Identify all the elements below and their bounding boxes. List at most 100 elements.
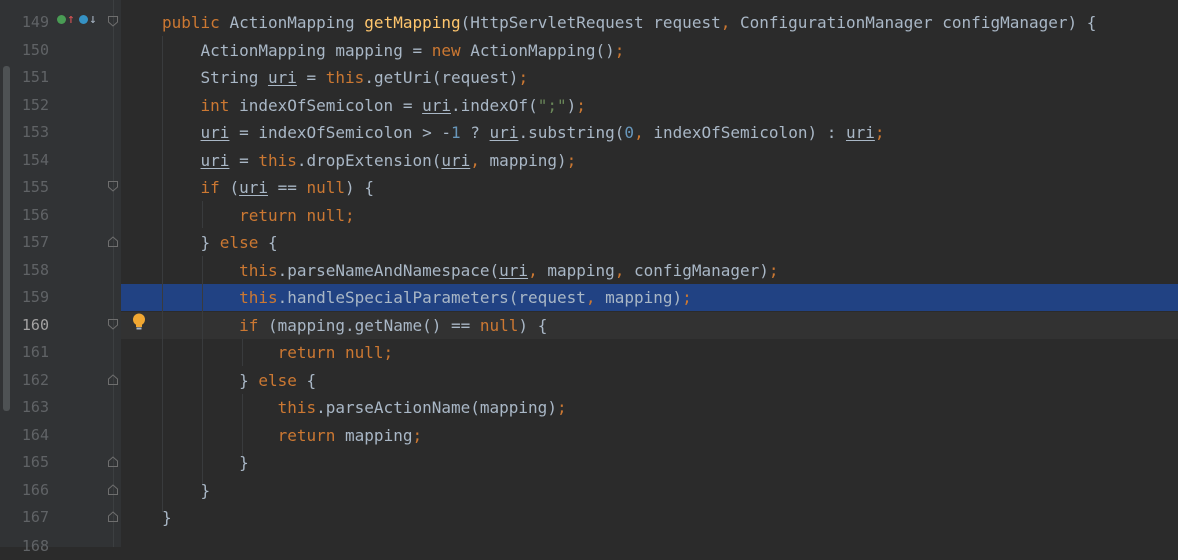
code-text[interactable]: uri = this.dropExtension(uri, mapping); [162,147,577,174]
fold-open-icon[interactable] [108,16,118,27]
code-text[interactable]: int indexOfSemicolon = uri.indexOf(";"); [162,92,586,119]
code-token: , [720,13,740,32]
code-text[interactable]: if (uri == null) { [162,174,374,201]
code-text[interactable]: return null; [162,202,355,229]
overrides-icon[interactable] [79,15,88,24]
code-text[interactable]: this.handleSpecialParameters(request, ma… [162,284,692,311]
code-token: (mapping.getName() == [267,316,480,335]
code-line-partial-top: 148 [0,0,1178,8]
code-text[interactable]: uri = indexOfSemicolon > -1 ? uri.substr… [162,119,885,146]
code-text[interactable]: ActionMapping mapping = new ActionMappin… [162,37,625,64]
fold-open-icon[interactable] [108,181,118,192]
fold-open-icon[interactable] [108,319,118,330]
code-token: uri [200,123,230,142]
code-text[interactable]: return null; [162,339,394,366]
code-line[interactable]: 160 if (mapping.getName() == null) { [0,312,1178,339]
line-number: 163 [21,398,49,416]
code-text[interactable]: } [162,449,249,476]
arrow-up-icon[interactable]: ↑ [67,13,75,26]
code-token: configManager) [634,261,769,280]
code-token: null [479,316,519,335]
code-token: ( [229,178,240,197]
code-line[interactable]: 162 } else { [0,367,1178,394]
code-token: , [470,151,490,170]
code-line[interactable]: 150 ActionMapping mapping = new ActionMa… [0,37,1178,64]
code-token: if [239,316,268,335]
code-token: if [200,178,230,197]
code-text[interactable]: String uri = this.getUri(request); [162,64,529,91]
code-token: uri [845,123,875,142]
code-text[interactable]: } else { [162,367,316,394]
code-token: String [162,68,268,87]
lightbulb-icon[interactable] [132,313,146,331]
code-token: = [296,68,326,87]
fold-close-icon[interactable] [108,456,118,467]
code-token: } [162,508,172,527]
line-number: 150 [21,41,49,59]
code-token: null [306,178,346,197]
code-text[interactable]: return mapping; [162,422,423,449]
code-token: .indexOf( [451,96,538,115]
code-token: ; [874,123,885,142]
code-token: indexOfSemicolon = [239,96,423,115]
code-text[interactable]: this.parseActionName(mapping); [162,394,567,421]
code-line[interactable]: 157 } else { [0,229,1178,256]
code-line[interactable]: 149 public ActionMapping getMapping(HttpS… [0,9,1178,36]
code-token: ) { [345,178,374,197]
code-token: this [277,398,317,417]
code-token: return null; [277,343,394,362]
code-text[interactable]: if (mapping.getName() == null) { [162,312,547,339]
code-line[interactable]: 158 this.parseNameAndNamespace(uri, mapp… [0,257,1178,284]
code-line[interactable]: 159 this.handleSpecialParameters(request… [0,284,1178,311]
code-text[interactable]: } [162,477,211,504]
code-token: , [528,261,548,280]
code-token: int [200,96,240,115]
code-line[interactable]: 163 this.parseActionName(mapping); [0,394,1178,421]
code-text[interactable]: } else { [162,229,278,256]
code-line[interactable]: 151 String uri = this.getUri(request); [0,64,1178,91]
code-token: this [258,151,297,170]
code-line[interactable]: 161 return null; [0,339,1178,366]
code-token: uri [239,178,268,197]
code-token: 1 [451,123,461,142]
code-token: , [614,261,635,280]
code-line[interactable]: 166 } [0,477,1178,504]
line-number: 151 [21,68,49,86]
code-token: ; [412,426,423,445]
line-number: 153 [21,123,49,141]
code-token: } [162,233,220,252]
line-number: 161 [21,343,49,361]
code-token: getMapping [364,13,461,32]
code-line[interactable]: 164 return mapping; [0,422,1178,449]
code-token: return null; [239,206,355,225]
arrow-down-icon[interactable]: ↓ [89,13,97,26]
code-line[interactable]: 167} [0,504,1178,531]
code-line[interactable]: 155 if (uri == null) { [0,174,1178,201]
code-line[interactable]: 156 return null; [0,202,1178,229]
fold-close-icon[interactable] [108,236,118,247]
code-text[interactable]: } [162,504,172,531]
fold-close-icon[interactable] [108,511,118,522]
code-line[interactable]: 152 int indexOfSemicolon = uri.indexOf("… [0,92,1178,119]
code-line[interactable]: 154 uri = this.dropExtension(uri, mappin… [0,147,1178,174]
line-number: 158 [21,261,49,279]
code-text[interactable]: this.parseNameAndNamespace(uri, mapping,… [162,257,778,284]
code-token: , [585,288,606,307]
code-line[interactable]: 153 uri = indexOfSemicolon > -1 ? uri.su… [0,119,1178,146]
code-text[interactable]: public ActionMapping getMapping(HttpServ… [162,9,1096,36]
code-token: this [325,68,365,87]
code-token: ";" [537,96,567,115]
code-token: uri [422,96,451,115]
fold-close-icon[interactable] [108,374,118,385]
line-number: 157 [21,233,49,251]
code-token: = [229,151,259,170]
code-token: } [162,481,211,500]
implements-icon[interactable] [57,15,66,24]
line-number: 162 [21,371,49,389]
code-token: .parseNameAndNamespace( [277,261,500,280]
fold-close-icon[interactable] [108,484,118,495]
code-line[interactable]: 165 } [0,449,1178,476]
